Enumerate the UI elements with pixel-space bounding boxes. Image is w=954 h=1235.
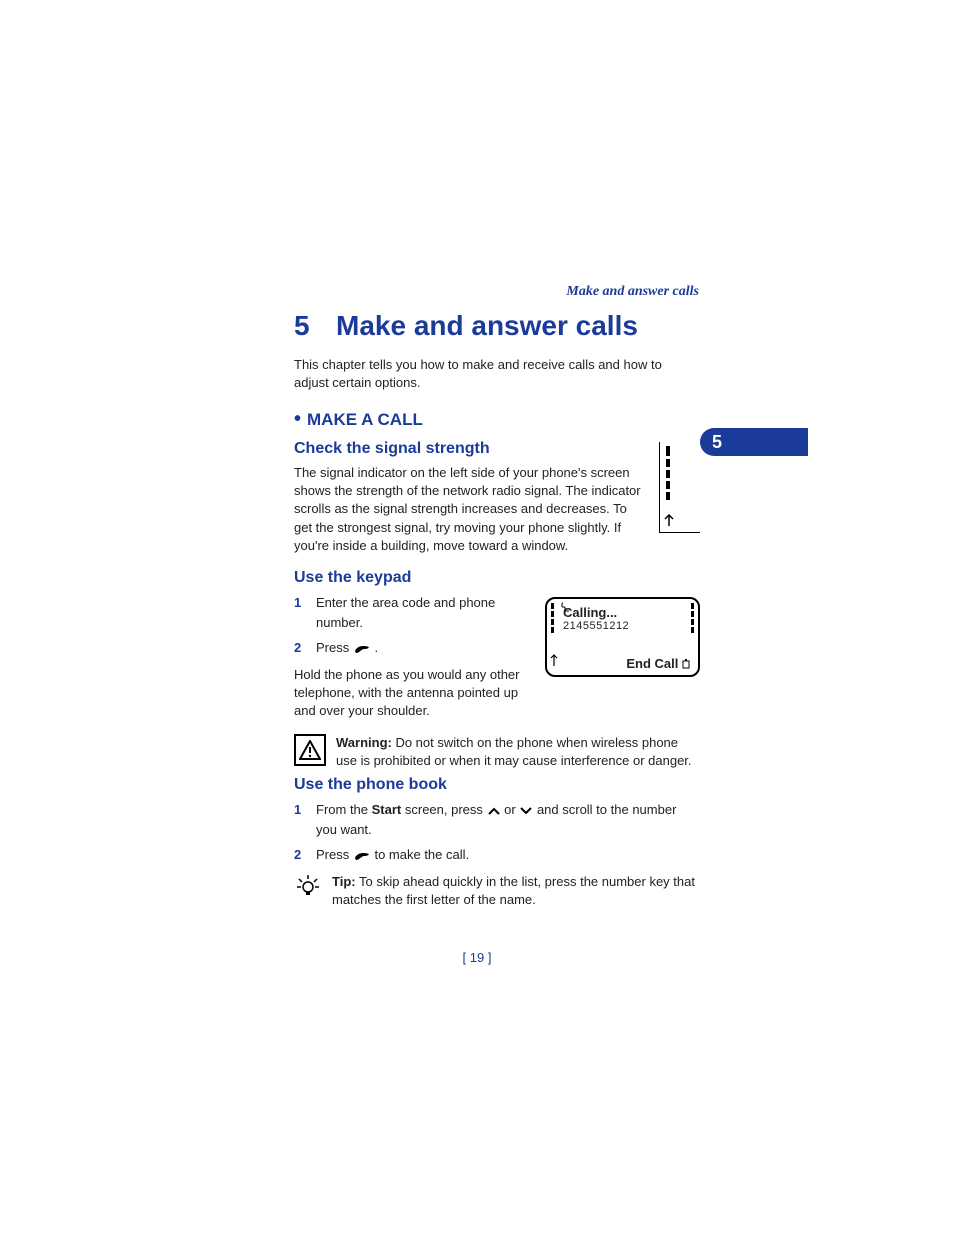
warning-note: Warning: Do not switch on the phone when… [294, 734, 700, 770]
keypad-step-2: Press . [294, 638, 700, 658]
scroll-up-icon [487, 806, 501, 816]
tip-text: Tip: To skip ahead quickly in the list, … [332, 873, 700, 909]
subsection-keypad: Use the keypad Calling... 2145551212 End… [294, 569, 700, 770]
subsection-signal: Check the signal strength The signal ind… [294, 440, 700, 563]
subheading-phonebook: Use the phone book [294, 776, 700, 794]
keypad-steps: Enter the area code and phone number. Pr… [294, 593, 700, 658]
warning-text: Warning: Do not switch on the phone when… [336, 734, 700, 770]
section-make-a-call: •MAKE A CALL [294, 409, 700, 430]
content-area: 5Make and answer calls This chapter tell… [294, 310, 700, 915]
warning-icon [294, 734, 326, 766]
scroll-down-icon [519, 806, 533, 816]
phonebook-steps: From the Start screen, press or and scro… [294, 800, 700, 865]
hold-phone-text: Hold the phone as you would any other te… [294, 666, 534, 721]
page-number: [ 19 ] [0, 950, 954, 965]
subheading-signal: Check the signal strength [294, 440, 700, 458]
chapter-title-text: Make and answer calls [336, 310, 638, 341]
running-header: Make and answer calls [566, 284, 699, 300]
send-key-icon [353, 850, 371, 862]
phonebook-step-1: From the Start screen, press or and scro… [294, 800, 700, 839]
send-key-icon [353, 643, 371, 655]
section-heading-text: MAKE A CALL [307, 410, 423, 429]
battery-icon [682, 659, 690, 669]
tip-note: Tip: To skip ahead quickly in the list, … [294, 873, 700, 909]
chapter-number: 5 [294, 310, 336, 342]
page: Make and answer calls 5 5Make and answer… [0, 0, 954, 1235]
chapter-title: 5Make and answer calls [294, 310, 700, 342]
chapter-intro: This chapter tells you how to make and r… [294, 356, 700, 391]
phonebook-step-2: Press to make the call. [294, 845, 700, 865]
subsection-phonebook: Use the phone book From the Start screen… [294, 776, 700, 909]
tip-icon [294, 873, 322, 909]
signal-body-text: The signal indicator on the left side of… [294, 464, 700, 555]
side-chapter-tab: 5 [700, 428, 808, 456]
signal-indicator-illustration [659, 440, 700, 533]
subheading-keypad: Use the keypad [294, 569, 700, 587]
end-call-label: End Call [626, 656, 690, 671]
keypad-step-1: Enter the area code and phone number. [294, 593, 700, 632]
antenna-icon [664, 514, 674, 526]
